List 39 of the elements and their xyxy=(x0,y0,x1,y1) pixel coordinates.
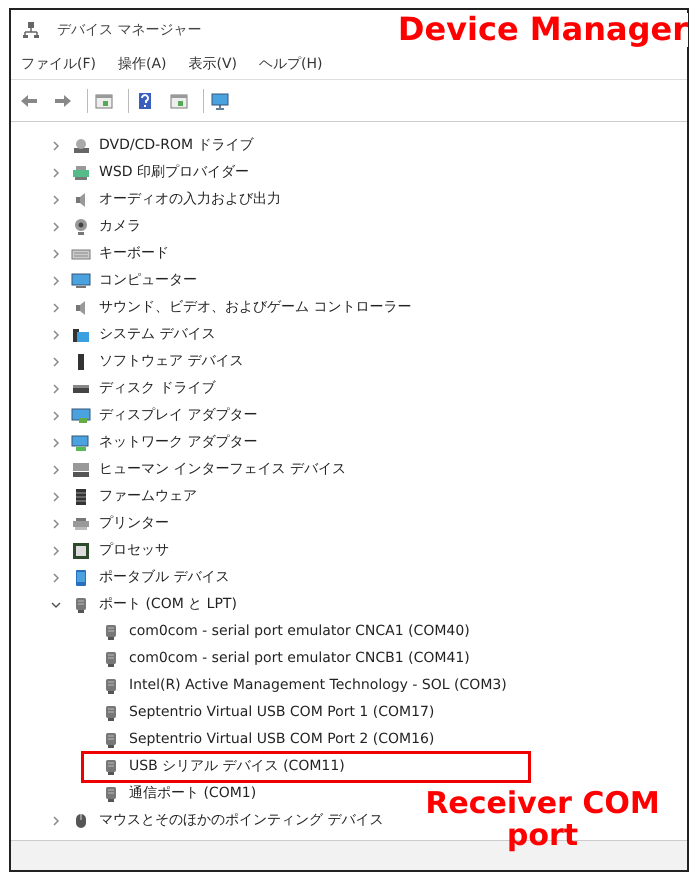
network-icon xyxy=(21,20,41,40)
monitor-icon xyxy=(71,406,91,426)
menu-item[interactable]: ファイル(F) xyxy=(21,54,96,75)
tree-item-label[interactable]: com0com - serial port emulator CNCA1 (COM40) xyxy=(129,621,470,642)
tree-item-label[interactable]: マウスとそのほかのポインティング デバイス xyxy=(99,810,384,831)
tree-item-label[interactable]: ディスプレイ アダプター xyxy=(99,405,258,426)
annotation-heading-label: Device Manager xyxy=(398,13,688,47)
tree-item-label[interactable]: コンピューター xyxy=(99,270,197,291)
tree-item-label[interactable]: プリンター xyxy=(99,513,169,534)
tree-item-label[interactable]: システム デバイス xyxy=(99,324,216,345)
tree-item-label[interactable]: ディスク ドライブ xyxy=(99,378,216,399)
menu-item[interactable]: ヘルプ(H) xyxy=(259,54,322,75)
tree-item-label[interactable]: ポート (COM と LPT) xyxy=(99,594,237,615)
window-title: デバイス マネージャー xyxy=(57,20,202,40)
tree-item-label[interactable]: WSD 印刷プロバイダー xyxy=(99,162,249,183)
tree-item-label[interactable]: com0com - serial port emulator CNCB1 (COM41) xyxy=(129,648,470,669)
tree-item-label[interactable]: ファームウェア xyxy=(99,486,197,507)
tree-item-label[interactable]: ネットワーク アダプター xyxy=(99,432,258,453)
processor-icon xyxy=(71,540,91,560)
tree-item-label[interactable]: ソフトウェア デバイス xyxy=(99,351,244,372)
tree-item-label[interactable]: DVD/CD-ROM ドライブ xyxy=(99,135,254,156)
tree-item-label[interactable]: プロセッサ xyxy=(99,540,169,561)
monitor-icon[interactable] xyxy=(210,90,230,110)
tree-item-label[interactable]: Septentrio Virtual USB COM Port 2 (COM16) xyxy=(129,729,434,750)
annotation-callout-label: Receiver COM port xyxy=(424,788,661,851)
tree-item-label[interactable]: オーディオの入力および出力 xyxy=(99,189,281,210)
tree-item-label[interactable]: Septentrio Virtual USB COM Port 1 (COM17) xyxy=(129,702,434,723)
monitor-icon xyxy=(71,432,91,452)
tree-item-label[interactable]: キーボード xyxy=(99,243,169,264)
tree-item-label[interactable]: USB シリアル デバイス (COM11) xyxy=(129,756,345,777)
monitor-icon xyxy=(71,270,91,290)
tree-item-label[interactable]: ポータブル デバイス xyxy=(99,567,230,588)
tree-item-label[interactable]: Intel(R) Active Management Technology - SOL (COM3) xyxy=(129,675,507,696)
tree-item-label[interactable]: サウンド、ビデオ、およびゲーム コントローラー xyxy=(99,297,412,318)
tree-item-label[interactable]: ヒューマン インターフェイス デバイス xyxy=(99,459,346,480)
menu-item[interactable]: 操作(A) xyxy=(118,54,166,75)
tree-item-label[interactable]: 通信ポート (COM1) xyxy=(129,783,256,804)
menu-item[interactable]: 表示(V) xyxy=(188,54,238,75)
tree-item-label[interactable]: カメラ xyxy=(99,216,141,237)
